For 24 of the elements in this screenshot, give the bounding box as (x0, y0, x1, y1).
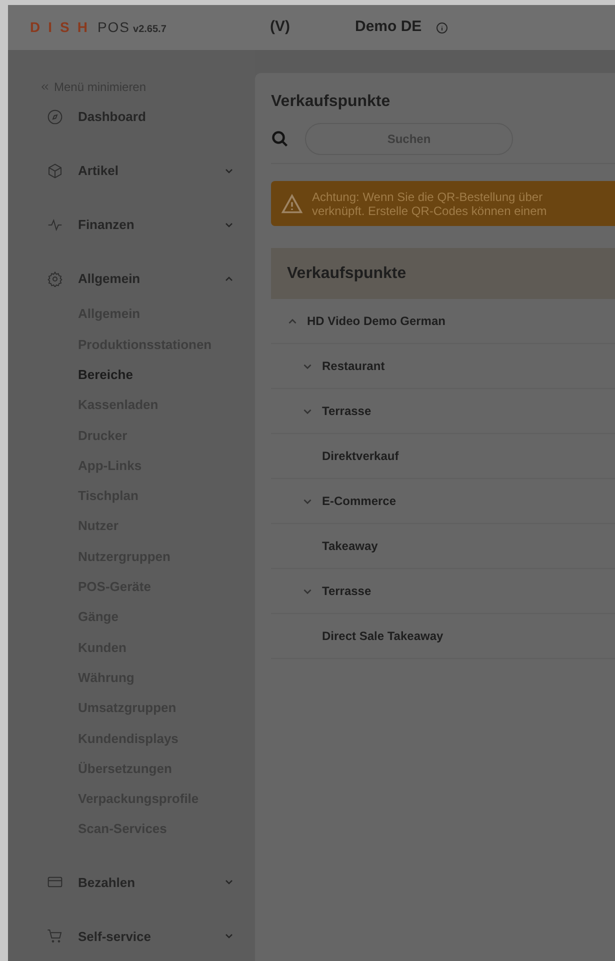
account-name: Demo DE (355, 17, 422, 38)
sidebar-subitem[interactable]: Bereiche (8, 360, 255, 390)
box-icon (47, 163, 63, 179)
cart-icon (47, 928, 63, 944)
tree-item[interactable]: Terrasse (322, 402, 372, 420)
search-icon[interactable] (271, 130, 289, 148)
tree-item[interactable]: E-Commerce (322, 492, 396, 510)
warning-icon (281, 192, 303, 214)
settings-icon (47, 271, 63, 287)
tree-item[interactable]: Terrasse (322, 582, 372, 600)
double-chevron-left-icon (40, 82, 50, 92)
tree-title: Verkaufspunkte (287, 264, 406, 284)
version-label: v2.65.7 (133, 23, 166, 37)
compass-icon (47, 109, 63, 125)
tree-item[interactable]: Direct Sale Takeaway (322, 627, 444, 645)
tree-item[interactable]: Restaurant (322, 357, 385, 375)
info-icon[interactable] (436, 22, 448, 34)
tree-item[interactable]: HD Video Demo German (307, 312, 446, 330)
tree-item[interactable]: Takeaway (322, 537, 378, 555)
tree-item[interactable]: Direktverkauf (322, 447, 399, 465)
logo: DISH POS (30, 18, 130, 37)
activity-icon (47, 217, 63, 233)
page-title: Verkaufspunkte (271, 92, 392, 112)
mode-label: (V) (270, 17, 291, 38)
